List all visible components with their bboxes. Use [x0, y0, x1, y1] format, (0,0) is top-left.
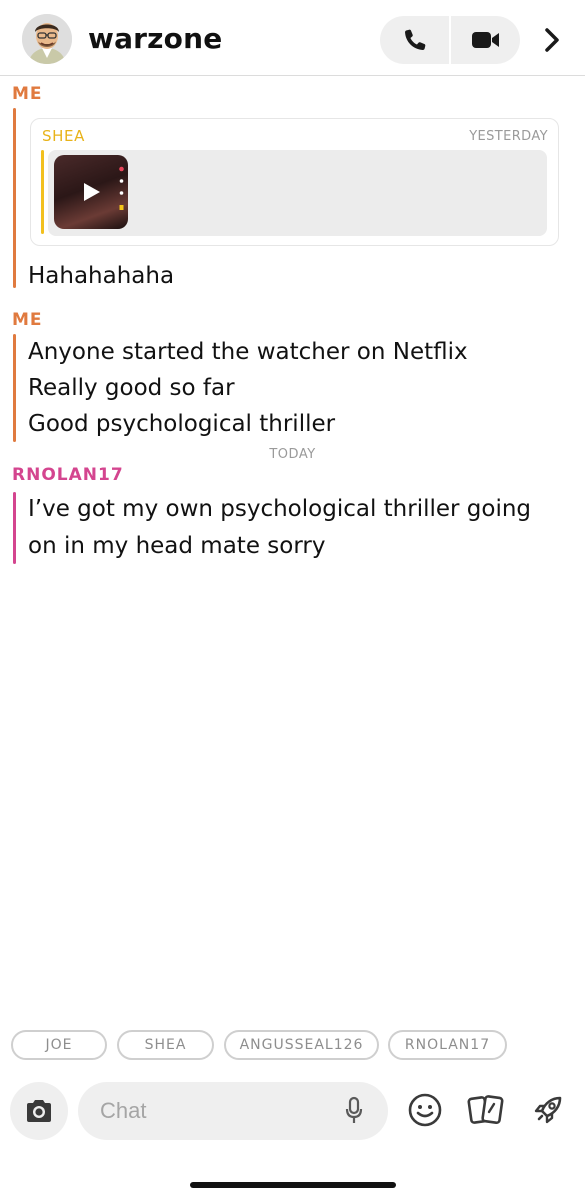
- message-line: Really good so far: [28, 375, 235, 401]
- bitmoji-avatar-icon: [22, 14, 72, 64]
- call-buttons-group: [380, 16, 520, 64]
- thumbnail-overlay-icons: [119, 166, 124, 210]
- smiley-icon: [408, 1093, 442, 1127]
- participant-chip-shea[interactable]: SHEA: [117, 1030, 214, 1060]
- chat-header: warzone: [0, 0, 585, 76]
- message-line: Good psychological thriller: [28, 411, 336, 437]
- participant-chip-rnolan17[interactable]: RNOLAN17: [388, 1030, 507, 1060]
- camera-button[interactable]: [10, 1082, 68, 1140]
- chat-input[interactable]: [100, 1094, 330, 1128]
- video-call-button[interactable]: [451, 16, 520, 64]
- sender-color-bar: [13, 334, 16, 442]
- sender-color-bar: [13, 492, 16, 564]
- sticker-button[interactable]: [405, 1090, 445, 1130]
- rocket-icon: [534, 1096, 562, 1124]
- day-separator: TODAY: [269, 447, 316, 462]
- cards-icon: [467, 1095, 504, 1125]
- message-line: Hahahahaha: [28, 263, 175, 289]
- participant-chip-joe[interactable]: JOE: [11, 1030, 107, 1060]
- group-avatar[interactable]: [22, 14, 72, 64]
- games-button[interactable]: [528, 1090, 568, 1130]
- message-line: I’ve got my own psychological thriller g…: [28, 496, 532, 522]
- message-line: Anyone started the watcher on Netflix: [28, 339, 468, 365]
- phone-icon: [404, 29, 425, 50]
- voice-call-button[interactable]: [380, 16, 449, 64]
- message-sender: ME: [12, 310, 43, 330]
- message-sender: RNOLAN17: [12, 465, 124, 485]
- chat-title[interactable]: warzone: [88, 22, 222, 55]
- play-icon: [84, 183, 100, 201]
- participant-chip-angusseal126[interactable]: ANGUSSEAL126: [224, 1030, 379, 1060]
- message-sender: ME: [12, 84, 43, 104]
- chevron-right-icon: [545, 28, 559, 52]
- microphone-icon[interactable]: [344, 1096, 364, 1126]
- video-thumbnail[interactable]: [54, 155, 128, 229]
- camera-icon: [27, 1100, 51, 1122]
- cards-button[interactable]: [466, 1090, 506, 1130]
- quoted-color-bar: [41, 150, 44, 234]
- quoted-sender: SHEA: [42, 127, 85, 145]
- quoted-timestamp: YESTERDAY: [469, 129, 548, 144]
- home-indicator: [190, 1182, 396, 1188]
- more-button[interactable]: [532, 20, 572, 60]
- sender-color-bar: [13, 108, 16, 288]
- message-line: on in my head mate sorry: [28, 533, 326, 559]
- chat-composer: [78, 1082, 388, 1140]
- video-camera-icon: [471, 32, 499, 48]
